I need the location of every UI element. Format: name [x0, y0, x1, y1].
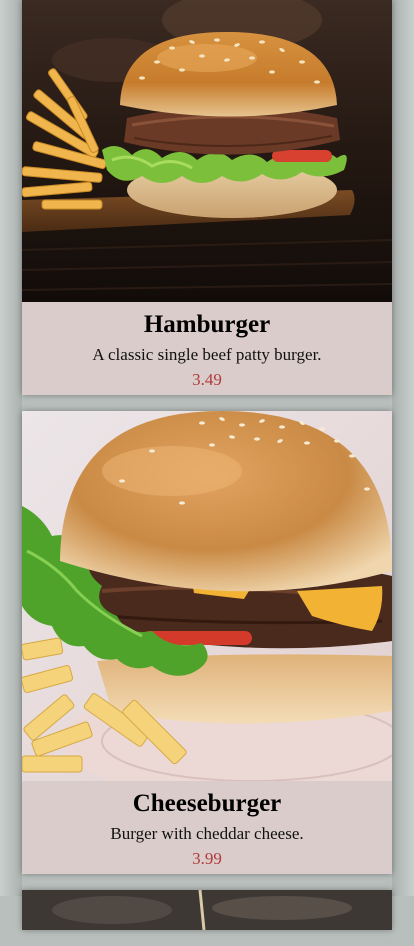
hamburger-image — [22, 0, 392, 302]
menu-item-image — [22, 890, 392, 930]
menu-item-description: Burger with cheddar cheese. — [110, 824, 304, 843]
menu-item-name: Hamburger — [143, 311, 271, 338]
menu-item-details: Cheeseburger Burger with cheddar cheese.… — [22, 781, 392, 874]
cheeseburger-photo — [22, 411, 392, 781]
hamburger-photo — [22, 0, 392, 302]
menu-list: Hamburger A classic single beef patty bu… — [22, 0, 392, 946]
menu-item-details: Hamburger A classic single beef patty bu… — [22, 302, 392, 395]
menu-item-price: 3.49 — [192, 370, 222, 389]
menu-item-card[interactable]: Hamburger A classic single beef patty bu… — [22, 0, 392, 395]
right-gutter — [392, 0, 414, 896]
menu-item-card[interactable]: Cheeseburger Burger with cheddar cheese.… — [22, 411, 392, 874]
menu-item-description: A classic single beef patty burger. — [92, 345, 322, 364]
cheeseburger-image — [22, 411, 392, 781]
left-gutter — [0, 0, 22, 896]
menu-item-price: 3.99 — [192, 849, 222, 868]
menu-item-card[interactable] — [22, 890, 392, 930]
food-photo — [22, 890, 392, 930]
menu-item-name: Cheeseburger — [132, 790, 282, 817]
